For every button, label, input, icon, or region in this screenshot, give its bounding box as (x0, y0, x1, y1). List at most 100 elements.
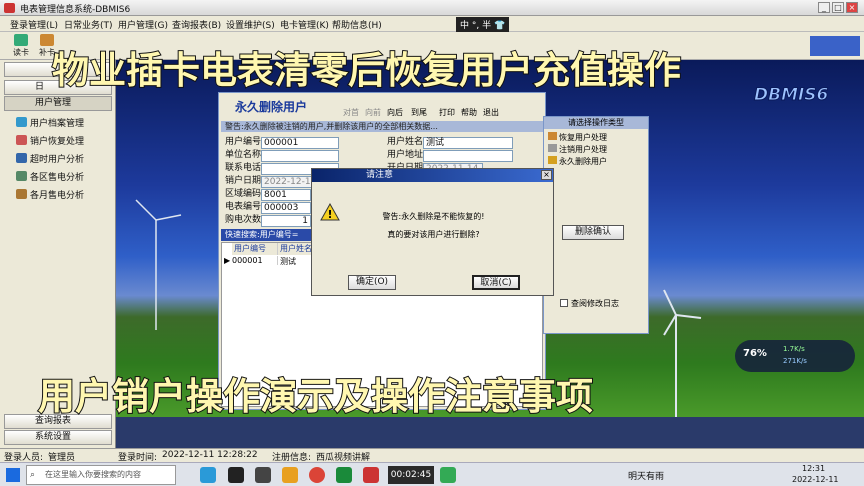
field-label: 单位名称 (225, 150, 262, 160)
field-label: 电表编号 (225, 202, 262, 212)
network-speed-widget[interactable]: 76% 1.7K/s 271K/s (735, 340, 855, 372)
recording-timer[interactable]: 00:02:45 (388, 466, 434, 484)
app-icon[interactable] (200, 467, 216, 483)
weather-text[interactable]: 明天有雨 (628, 469, 664, 482)
menu-bar: 登录管理(L) 日常业务(T) 用户管理(G) 查询报表(B) 设置维护(S) … (0, 16, 864, 32)
op-restore-user[interactable]: 恢复用户处理 (548, 132, 607, 143)
read-card-button[interactable]: 读卡 (8, 34, 34, 58)
ime-indicator[interactable]: 中 °, 半 👕 (456, 17, 510, 32)
close-icon[interactable]: × (541, 170, 552, 180)
chrome-icon[interactable] (309, 467, 325, 483)
region-code-field[interactable]: 8001 (261, 189, 311, 201)
download-speed: 271K/s (783, 357, 807, 365)
nav-item-region-sales[interactable]: 各区售电分析 (16, 171, 84, 185)
clock-time[interactable]: 12:31 (802, 464, 825, 473)
user-address-field[interactable] (423, 150, 513, 162)
operation-panel: 请选择操作类型 恢复用户处理 注销用户处理 永久删除用户 删除确认 查阅修改日志 (543, 116, 649, 334)
menu-settings[interactable]: 设置维护(S) (226, 18, 275, 31)
field-label: 联系电话 (225, 163, 262, 173)
user-name-field[interactable]: 测试 (423, 137, 513, 149)
usage-percent: 76% (743, 348, 767, 359)
nav-item-overtime[interactable]: 超时用户分析 (16, 153, 84, 167)
folder-icon[interactable] (282, 467, 298, 483)
chart-icon (16, 189, 27, 199)
app-icon (4, 3, 15, 13)
confirm-dialog: 请注意 × ! 警告:永久删除是不能恢复的! 真的要对该用户进行删除? 确定(O… (311, 168, 554, 296)
clock-date[interactable]: 2022-12-11 (792, 475, 839, 484)
minimize-button[interactable]: _ (818, 2, 830, 13)
first-record-button[interactable]: 对首 (343, 107, 359, 118)
app-icon[interactable] (228, 467, 244, 483)
field-label: 销户日期 (225, 176, 262, 186)
nav-system-settings[interactable]: 系统设置 (4, 430, 112, 445)
status-bar: 登录人员: 管理员 登录时间: 2022-12-11 12:28:22 注册信息… (0, 448, 864, 463)
menu-help[interactable]: 帮助信息(H) (332, 18, 382, 31)
print-button[interactable]: 打印 (439, 107, 455, 118)
app-icon[interactable] (255, 467, 271, 483)
toolbar-logo (810, 36, 860, 56)
chart-icon (16, 171, 27, 181)
menu-login[interactable]: 登录管理(L) (10, 18, 58, 31)
taskbar-search[interactable]: 在这里输入你要搜索的内容 (26, 465, 176, 485)
doc-icon (548, 144, 557, 152)
row-pointer: ▶ (224, 256, 231, 265)
wind-turbine (135, 199, 182, 330)
restore-icon (16, 135, 27, 145)
user-id-field[interactable]: 000001 (261, 137, 339, 149)
folder-icon (16, 117, 27, 127)
nav-item-user-records[interactable]: 用户档案管理 (16, 117, 84, 131)
exit-button[interactable]: 退出 (483, 107, 499, 118)
last-record-button[interactable]: 到尾 (411, 107, 427, 118)
ok-button[interactable]: 确定(O) (348, 275, 396, 290)
confirm-message-2: 真的要对该用户进行删除? (387, 230, 480, 239)
upload-speed: 1.7K/s (783, 345, 805, 353)
close-button[interactable]: × (846, 2, 858, 13)
next-record-button[interactable]: 向后 (387, 107, 403, 118)
card-read-icon (14, 34, 28, 46)
field-label: 购电次数 (225, 215, 262, 225)
field-label: 用户姓名 (387, 137, 424, 147)
folder-icon (548, 156, 557, 164)
operation-panel-title: 请选择操作类型 (544, 117, 648, 129)
maximize-button[interactable]: □ (832, 2, 844, 13)
field-label: 用户地址 (387, 150, 424, 160)
menu-daily[interactable]: 日常业务(T) (64, 18, 113, 31)
cancel-button[interactable]: 取消(C) (472, 275, 520, 290)
app-icon[interactable] (440, 467, 456, 483)
record-toolbar: 对首 向前 向后 到尾 打印 帮助 退出 (343, 95, 543, 119)
field-label: 用户编号 (225, 137, 262, 147)
delete-confirm-button[interactable]: 删除确认 (562, 225, 624, 240)
window-titlebar: 电表管理信息系统-DBMIS6 _ □ × (0, 0, 864, 16)
op-delete-user[interactable]: 永久删除用户 (548, 156, 607, 167)
window-heading: 永久删除用户 (235, 100, 308, 114)
help-button[interactable]: 帮助 (461, 107, 477, 118)
checkbox-box[interactable] (560, 299, 568, 307)
nav-item-month-sales[interactable]: 各月售电分析 (16, 189, 84, 203)
table-cell[interactable]: 000001 (232, 256, 278, 265)
nav-item-restore[interactable]: 销户恢复处理 (16, 135, 84, 149)
table-cell[interactable]: 测试 (280, 256, 296, 267)
window-title: 电表管理信息系统-DBMIS6 (20, 5, 131, 15)
search-icon: ⌕ (30, 470, 36, 480)
start-icon[interactable] (6, 468, 20, 482)
meter-id-field[interactable]: 000003 (261, 202, 311, 214)
field-label: 区域编码 (225, 189, 262, 199)
app-icon[interactable] (336, 467, 352, 483)
menu-report[interactable]: 查询报表(B) (172, 18, 221, 31)
column-header[interactable]: 用户编号 (232, 243, 278, 255)
company-field[interactable] (261, 150, 339, 162)
app-icon[interactable] (363, 467, 379, 483)
prev-record-button[interactable]: 向前 (365, 107, 381, 118)
view-log-checkbox[interactable]: 查阅修改日志 (560, 298, 619, 309)
taskbar: 在这里输入你要搜索的内容 ⌕ 00:02:45 明天有雨 12:31 2022-… (0, 462, 864, 486)
menu-user[interactable]: 用户管理(G) (118, 18, 168, 31)
status-time: 2022-12-11 12:28:22 (162, 450, 258, 460)
doc-icon (548, 132, 557, 140)
purchase-count-field[interactable]: 1 (261, 215, 311, 227)
nav-user-management[interactable]: 用户管理 (4, 96, 112, 111)
wind-turbine (663, 289, 702, 417)
overlay-title-bottom: 用户销户操作演示及操作注意事项 (37, 374, 594, 419)
menu-card[interactable]: 电卡管理(K) (280, 18, 329, 31)
chart-icon (16, 153, 27, 163)
op-cancel-user[interactable]: 注销用户处理 (548, 144, 607, 155)
